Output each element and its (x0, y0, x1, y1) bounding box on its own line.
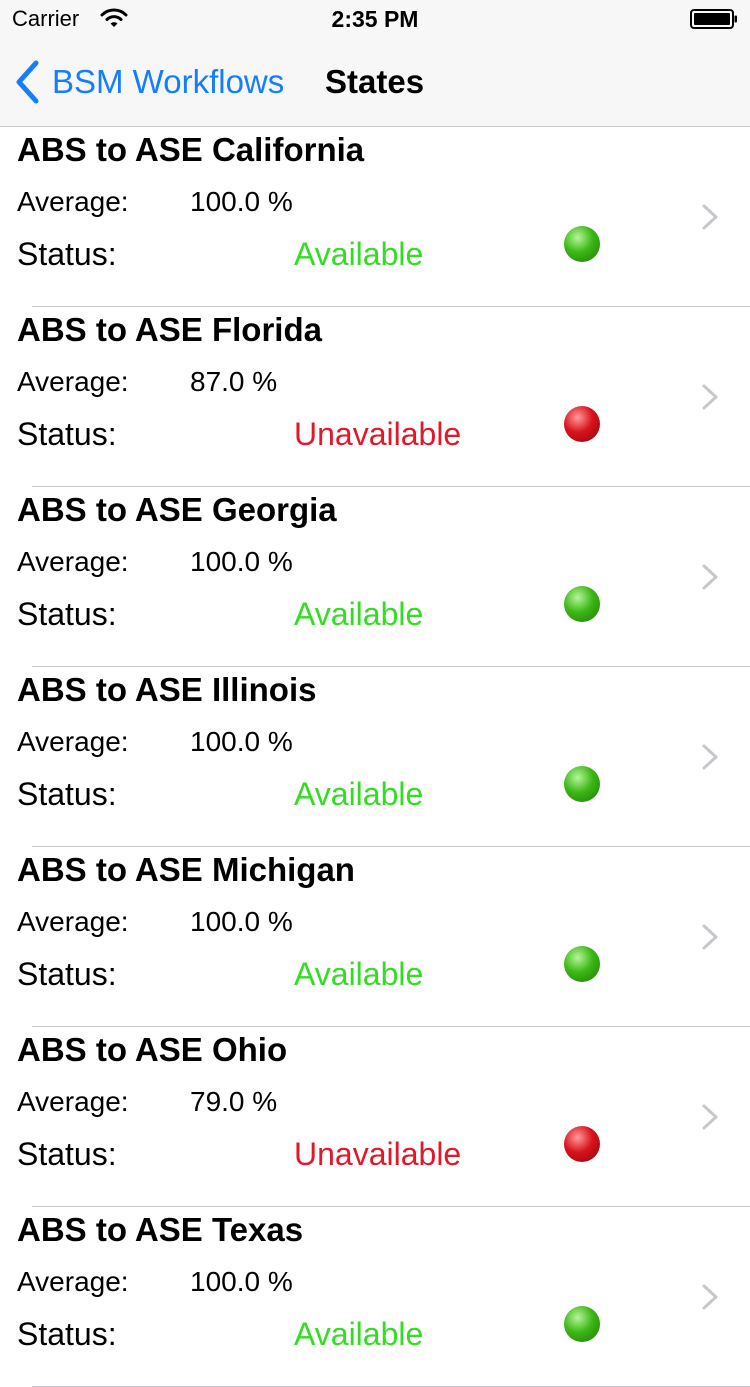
status-value: Available (294, 1316, 424, 1352)
table-row[interactable]: ABS to ASE Illinois Average: 100.0 % Status… (0, 667, 750, 847)
average-value: 79.0 % (190, 1086, 278, 1117)
chevron-right-icon (701, 383, 719, 411)
status-label: Status: (17, 596, 117, 632)
chevron-right-icon (701, 563, 719, 591)
status-value: Available (294, 956, 424, 992)
status-value: Available (294, 596, 424, 632)
average-label: Average: (17, 366, 129, 397)
status-indicator-icon (564, 406, 600, 442)
row-title: ABS to ASE Illinois (17, 671, 317, 708)
average-label: Average: (17, 1266, 129, 1297)
status-indicator-icon (564, 1126, 600, 1162)
chevron-right-icon (701, 1103, 719, 1131)
status-indicator-icon (564, 946, 600, 982)
status-bar: Carrier 2:35 PM (0, 0, 750, 40)
status-label: Status: (17, 416, 117, 452)
row-title: ABS to ASE Texas (17, 1211, 304, 1248)
row-title: ABS to ASE California (17, 131, 365, 168)
row-title: ABS to ASE Georgia (17, 491, 337, 528)
status-value: Unavailable (294, 1136, 462, 1172)
average-label: Average: (17, 186, 129, 217)
table-row[interactable]: ABS to ASE Florida Average: 87.0 % Status: U… (0, 307, 750, 487)
average-value: 100.0 % (190, 726, 293, 757)
average-label: Average: (17, 1086, 129, 1117)
average-value: 100.0 % (190, 906, 293, 937)
chevron-left-icon (14, 60, 40, 104)
average-value: 100.0 % (190, 546, 293, 577)
status-label: Status: (17, 956, 117, 992)
average-value: 87.0 % (190, 366, 278, 397)
back-button[interactable]: BSM Workflows (14, 58, 284, 106)
status-value: Unavailable (294, 416, 462, 452)
status-indicator-icon (564, 586, 600, 622)
clock: 2:35 PM (331, 6, 419, 32)
chevron-right-icon (701, 203, 719, 231)
row-title: ABS to ASE Michigan (17, 851, 355, 888)
table-row[interactable]: ABS to ASE Texas Average: 100.0 % Status: Av… (0, 1207, 750, 1387)
row-title: ABS to ASE Florida (17, 311, 322, 348)
table-row[interactable]: ABS to ASE Michigan Average: 100.0 % Status… (0, 847, 750, 1027)
battery-icon (690, 9, 738, 29)
status-label: Status: (17, 776, 117, 812)
average-label: Average: (17, 546, 129, 577)
status-label: Status: (17, 1316, 117, 1352)
chevron-right-icon (701, 1283, 719, 1311)
status-indicator-icon (564, 226, 600, 262)
status-value: Available (294, 236, 424, 272)
states-list: ABS to ASE California Average: 100.0 % Stat… (0, 127, 750, 1387)
average-label: Average: (17, 726, 129, 757)
chevron-right-icon (701, 743, 719, 771)
chevron-right-icon (701, 923, 719, 951)
row-title: ABS to ASE Ohio (17, 1031, 288, 1068)
status-indicator-icon (564, 766, 600, 802)
table-row[interactable]: ABS to ASE California Average: 100.0 % Stat… (0, 127, 750, 307)
back-button-label: BSM Workflows (52, 63, 285, 100)
status-label: Status: (17, 1136, 117, 1172)
status-label: Status: (17, 236, 117, 272)
page-title: States (325, 63, 425, 100)
average-value: 100.0 % (190, 1266, 293, 1297)
average-label: Average: (17, 906, 129, 937)
navigation-bar: BSM Workflows States (0, 40, 750, 127)
status-indicator-icon (564, 1306, 600, 1342)
average-value: 100.0 % (190, 186, 293, 217)
table-row[interactable]: ABS to ASE Georgia Average: 100.0 % Status:… (0, 487, 750, 667)
table-row[interactable]: ABS to ASE Ohio Average: 79.0 % Status: Unav… (0, 1027, 750, 1207)
status-value: Available (294, 776, 424, 812)
